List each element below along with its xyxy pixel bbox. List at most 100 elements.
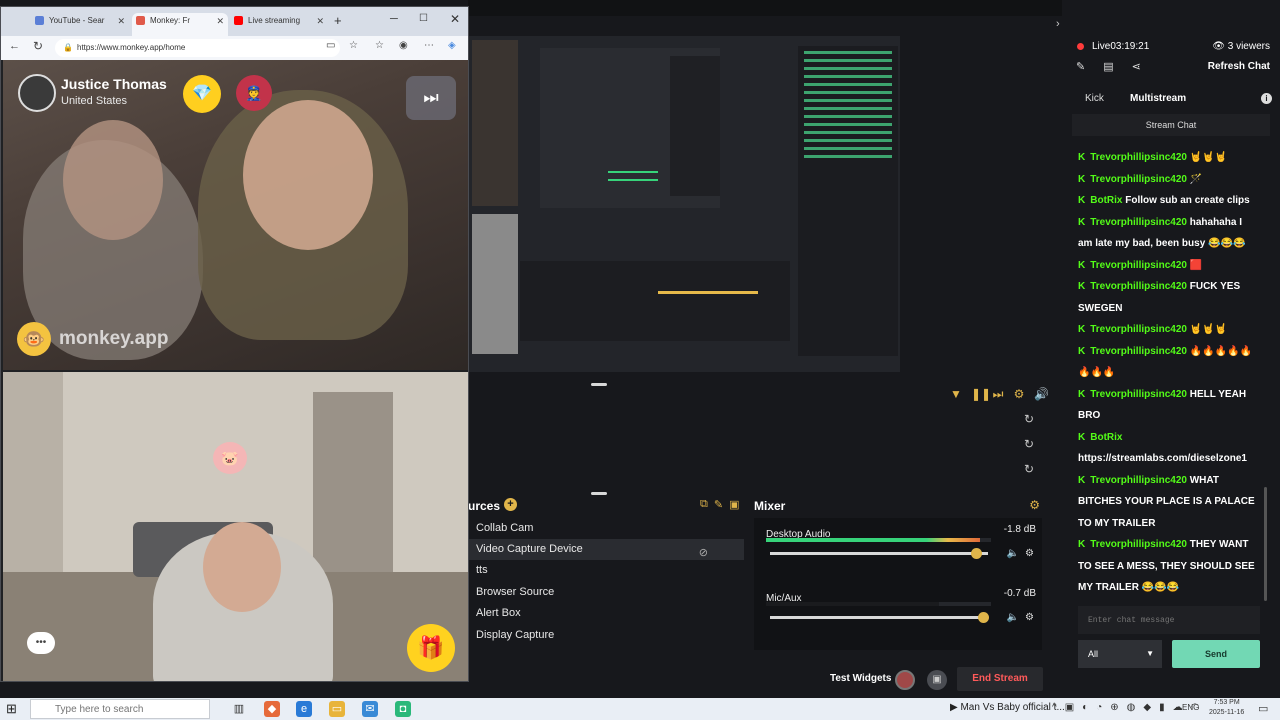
clock[interactable]: 7:53 PM 2025-11-16: [1209, 698, 1244, 718]
update-icon[interactable]: ⊕: [1110, 702, 1118, 713]
end-stream-button[interactable]: End Stream: [957, 667, 1043, 691]
streamlabs-icon[interactable]: ◘: [395, 701, 411, 717]
gear-icon[interactable]: ⚙: [1025, 612, 1034, 623]
edge-icon[interactable]: e: [296, 701, 312, 717]
chat-username[interactable]: Trevorphillipsinc420: [1090, 346, 1187, 357]
language-indicator[interactable]: ENG: [1182, 703, 1199, 712]
chat-username[interactable]: Trevorphillipsinc420: [1090, 324, 1187, 335]
add-source-button[interactable]: +: [504, 498, 517, 511]
notification-app-icon[interactable]: ◐: [1082, 702, 1088, 713]
source-item[interactable]: tts: [468, 560, 744, 581]
browser-tab[interactable]: YouTube - Sear ✕: [31, 13, 129, 36]
chat-username[interactable]: Trevorphillipsinc420: [1090, 152, 1187, 163]
gear-icon[interactable]: ⚙: [1025, 548, 1034, 559]
source-item[interactable]: Display Capture: [468, 625, 744, 646]
chat-message-input[interactable]: [1078, 606, 1260, 634]
mail-icon[interactable]: ✉: [362, 701, 378, 717]
more-icon[interactable]: ⋯: [424, 40, 434, 51]
send-button[interactable]: Send: [1172, 640, 1260, 668]
minimize-icon[interactable]: ─: [390, 13, 398, 25]
reload-icon[interactable]: ↻: [33, 39, 43, 53]
refresh-icon[interactable]: ↻: [1024, 437, 1034, 451]
media-player-label[interactable]: ▶ Man Vs Baby official t...: [950, 702, 1065, 713]
share-icon[interactable]: ⋖: [1132, 60, 1141, 73]
test-widgets-label[interactable]: Test Widgets: [830, 673, 891, 684]
copilot-app-icon[interactable]: ◆: [264, 701, 280, 717]
file-explorer-icon[interactable]: ▭: [329, 701, 345, 717]
tab-kick[interactable]: Kick: [1085, 93, 1104, 104]
chat-username[interactable]: BotRix: [1090, 432, 1122, 443]
filter-icon[interactable]: ▼: [950, 387, 962, 402]
security-icon[interactable]: ◔: [1096, 702, 1102, 713]
record-button[interactable]: [895, 670, 915, 690]
chat-username[interactable]: Trevorphillipsinc420: [1090, 475, 1187, 486]
windows-start-icon[interactable]: ⊞: [6, 701, 17, 717]
info-icon[interactable]: i: [1261, 93, 1272, 104]
chat-bubble-icon[interactable]: •••: [27, 632, 55, 654]
folder-add-icon[interactable]: ⧉: [700, 498, 708, 511]
notification-icon[interactable]: ▭: [1258, 702, 1268, 715]
mic-icon[interactable]: ▮: [1159, 702, 1165, 713]
camera-icon[interactable]: ▭: [326, 40, 335, 51]
taskbar-search-input[interactable]: [30, 699, 210, 719]
browser-tab[interactable]: Live streaming ✕: [230, 13, 328, 36]
profile-icon[interactable]: ◉: [399, 40, 408, 51]
pencil-icon[interactable]: ✎: [1076, 60, 1085, 73]
camera-icon[interactable]: ▣: [927, 670, 947, 690]
avatar[interactable]: [18, 74, 56, 112]
refresh-icon[interactable]: ↻: [1024, 462, 1034, 476]
maximize-icon[interactable]: ☐: [419, 13, 428, 24]
chat-username[interactable]: Trevorphillipsinc420: [1090, 389, 1187, 400]
next-icon[interactable]: ⏭: [992, 387, 1004, 402]
chat-username[interactable]: Trevorphillipsinc420: [1090, 260, 1187, 271]
chat-username[interactable]: Trevorphillipsinc420: [1090, 281, 1187, 292]
star-icon[interactable]: ☆: [349, 40, 358, 51]
edit-icon[interactable]: ✎: [714, 498, 723, 511]
chevron-right-icon[interactable]: ›: [1056, 18, 1060, 30]
chat-username[interactable]: BotRix: [1090, 195, 1122, 206]
favorites-icon[interactable]: ☆: [375, 40, 384, 51]
chevron-up-icon[interactable]: ^: [1052, 702, 1057, 713]
volume-slider[interactable]: [770, 612, 989, 623]
gear-icon[interactable]: ⚙: [1029, 498, 1040, 512]
gem-icon[interactable]: 💎: [183, 75, 221, 113]
close-icon[interactable]: ✕: [316, 13, 324, 29]
slider-knob[interactable]: [971, 548, 983, 559]
back-icon[interactable]: ←: [9, 40, 20, 52]
pause-icon[interactable]: ❚❚: [971, 387, 991, 402]
refresh-icon[interactable]: ↻: [1024, 412, 1034, 426]
tab-multistream[interactable]: Multistream: [1130, 93, 1186, 104]
report-icon[interactable]: 👮: [236, 75, 272, 111]
chat-username[interactable]: Trevorphillipsinc420: [1090, 539, 1187, 550]
chat-scrollbar[interactable]: [1264, 487, 1267, 601]
volume-slider[interactable]: [770, 548, 988, 559]
copilot-icon[interactable]: ◈: [448, 40, 456, 51]
skip-button[interactable]: ⏭: [406, 76, 456, 120]
source-item[interactable]: Browser Source: [468, 582, 744, 603]
location-icon[interactable]: ◆: [1143, 702, 1151, 713]
speaker-icon[interactable]: 🔈: [1007, 548, 1019, 559]
chat-filter-select[interactable]: All ▼: [1078, 640, 1162, 668]
close-icon[interactable]: ✕: [450, 12, 460, 26]
chat-username[interactable]: Trevorphillipsinc420: [1090, 174, 1187, 185]
close-icon[interactable]: ✕: [117, 13, 125, 29]
settings-icon[interactable]: ⚙: [1013, 387, 1025, 402]
media-tray-icon[interactable]: ◍: [1127, 702, 1136, 713]
source-item[interactable]: Alert Box: [468, 603, 744, 624]
popout-icon[interactable]: ▤: [1103, 60, 1113, 73]
browser-tab[interactable]: Monkey: Fr ✕: [132, 13, 228, 36]
url-field[interactable]: https://www.monkey.app/home: [55, 39, 340, 57]
source-item[interactable]: Collab Cam: [468, 518, 744, 539]
refresh-chat-button[interactable]: Refresh Chat: [1208, 61, 1270, 72]
task-view-icon[interactable]: ▥: [231, 701, 247, 717]
folder-icon[interactable]: ▣: [729, 498, 739, 511]
resize-handle[interactable]: [591, 383, 607, 386]
new-tab-button[interactable]: +: [334, 13, 342, 28]
speaker-icon[interactable]: 🔈: [1007, 612, 1019, 623]
close-icon[interactable]: ✕: [216, 13, 224, 29]
resize-handle[interactable]: [591, 492, 607, 495]
chat-username[interactable]: Trevorphillipsinc420: [1090, 217, 1187, 228]
volume-icon[interactable]: 🔊: [1034, 387, 1049, 402]
source-item[interactable]: Video Capture Device ⊘: [468, 539, 744, 560]
slider-knob[interactable]: [977, 612, 989, 623]
